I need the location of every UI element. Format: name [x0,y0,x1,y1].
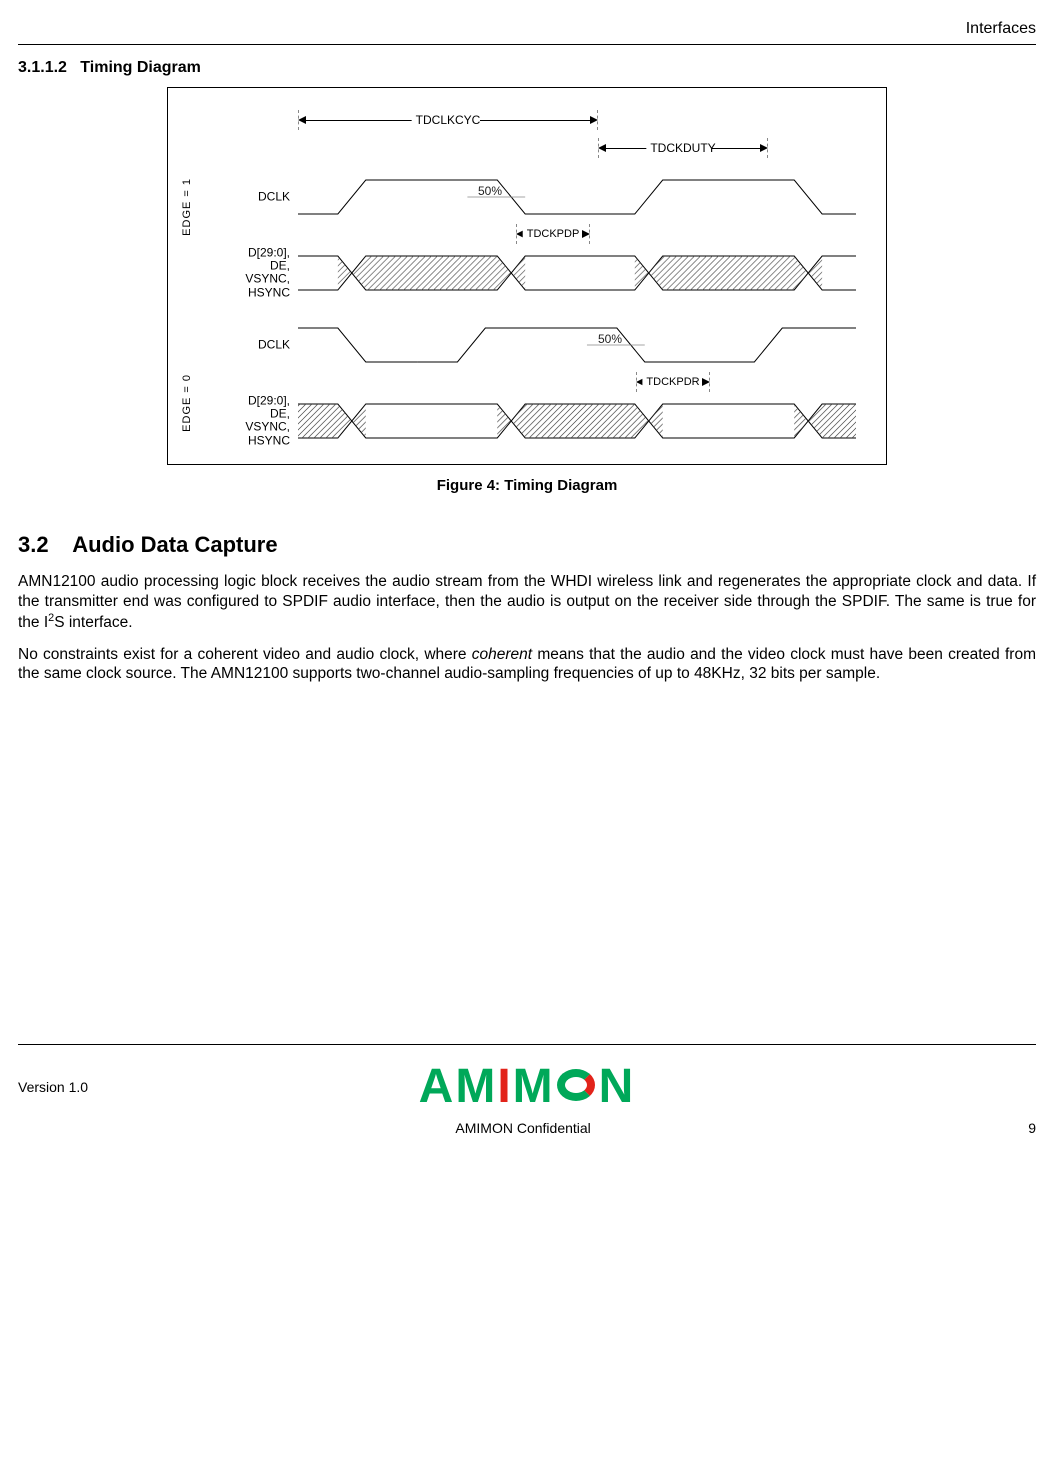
footer-confidential: AMIMON Confidential [455,1120,590,1136]
p2-coherent: coherent [472,646,532,663]
footer-rule [18,1044,1036,1045]
amimon-logo: AMIM N [419,1059,636,1114]
subsection-number: 3.1.1.2 [18,59,67,76]
wave-data-edge1: D[29:0], DE, VSYNC, HSYNC [298,246,856,300]
edge1-label: EDGE = 1 [181,178,193,236]
top-rule [18,44,1036,45]
edge0-label: EDGE = 0 [181,374,193,432]
dim-tdclkcyc: TDCLKCYC [412,113,485,127]
page-header-chapter: Interfaces [18,20,1036,42]
subsection-heading: 3.1.1.2 Timing Diagram [18,59,1036,77]
label-data1: D[29:0], DE, VSYNC, HSYNC [208,247,298,300]
dim-tdckpdp: TDCKPDP [523,228,584,240]
fifty-pct-2: 50% [598,332,622,346]
fifty-pct-1: 50% [478,184,502,198]
section-title-text: Audio Data Capture [72,532,277,557]
label-dclk0: DCLK [208,338,298,351]
section-number: 3.2 [18,532,49,557]
paragraph-2: No constraints exist for a coherent vide… [18,645,1036,685]
wave-dclk-edge0: DCLK 50% [298,318,856,372]
section-heading: 3.2 Audio Data Capture [18,532,1036,558]
p2-part-a: No constraints exist for a coherent vide… [18,646,472,663]
page-footer: Version 1.0 AMIM N AMIMON Confidential 9 [18,1044,1036,1136]
footer-page-number: 9 [1028,1120,1036,1136]
dim-tdckduty: TDCKDUTY [646,141,719,155]
dim-tdckpdr: TDCKPDR [642,376,703,388]
footer-version: Version 1.0 [18,1079,178,1095]
wave-dclk-edge1: DCLK 50% [298,170,856,224]
timing-diagram-figure: TDCLKCYC TDCKDUTY EDGE = 1 DCLK [167,87,887,465]
figure-caption: Figure 4: Timing Diagram [18,477,1036,494]
label-dclk1: DCLK [208,190,298,203]
wave-data-edge0: D[29:0], DE, VSYNC, HSYNC [298,394,856,448]
figure-container: TDCLKCYC TDCKDUTY EDGE = 1 DCLK [18,87,1036,465]
p1-part-b: S interface. [54,614,132,631]
paragraph-1: AMN12100 audio processing logic block re… [18,572,1036,633]
p1-part-a: AMN12100 audio processing logic block re… [18,573,1036,631]
subsection-title-text: Timing Diagram [80,59,201,76]
label-data0: D[29:0], DE, VSYNC, HSYNC [208,395,298,448]
